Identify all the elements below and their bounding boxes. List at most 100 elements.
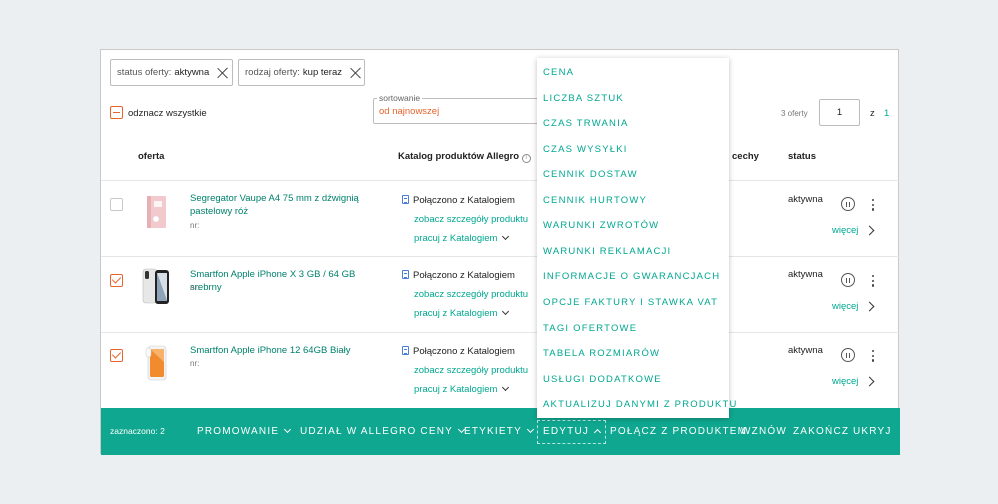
- product-details-link[interactable]: zobacz szczegóły produktu: [402, 210, 528, 229]
- menu-item-duration[interactable]: CZAS TRWANIA: [543, 118, 628, 129]
- document-icon: [402, 195, 409, 204]
- menu-item-invoice-vat[interactable]: OPCJE FAKTURY I STAWKA VAT: [543, 297, 718, 308]
- row-checkbox[interactable]: [110, 274, 123, 287]
- catalog-work-link[interactable]: pracuj z Katalogiem: [402, 229, 528, 248]
- promote-label: PROMOWANIE: [197, 426, 280, 437]
- close-icon[interactable]: [217, 67, 226, 79]
- product-details-link[interactable]: zobacz szczegóły produktu: [402, 361, 528, 380]
- menu-item-update-from-product[interactable]: AKTUALIZUJ DANYMI Z PRODUKTU: [543, 399, 738, 410]
- offer-title[interactable]: Smartfon Apple iPhone X 3 GB / 64 GB sre…: [190, 268, 375, 294]
- menu-item-offer-tags[interactable]: TAGI OFERTOWE: [543, 323, 637, 334]
- menu-item-price[interactable]: CENA: [543, 67, 574, 78]
- catalog-status: Połączono z Katalogiem: [402, 266, 528, 285]
- offer-number: nr:: [190, 359, 200, 368]
- resume-button[interactable]: WZNÓW: [741, 408, 787, 455]
- edit-button[interactable]: EDYTUJ: [537, 420, 607, 444]
- row-checkbox[interactable]: [110, 198, 123, 211]
- product-thumbnail[interactable]: [141, 268, 171, 306]
- product-thumbnail[interactable]: [141, 193, 171, 231]
- menu-item-shipping-time[interactable]: CZAS WYSYŁKI: [543, 144, 628, 155]
- divider: [101, 180, 900, 181]
- catalog-work-label: pracuj z Katalogiem: [414, 384, 498, 395]
- offers-panel: status oferty: aktywna rodzaj oferty: ku…: [100, 49, 900, 455]
- chevron-right-icon[interactable]: [864, 301, 875, 312]
- product-details-link[interactable]: zobacz szczegóły produktu: [402, 285, 528, 304]
- promote-button[interactable]: PROMOWANIE: [197, 408, 292, 455]
- filter-chip-status[interactable]: status oferty: aktywna: [110, 59, 233, 86]
- column-header-features: cechy: [732, 151, 759, 162]
- more-link[interactable]: więcej: [832, 301, 858, 312]
- total-pages[interactable]: 1: [884, 108, 889, 119]
- more-link[interactable]: więcej: [832, 376, 858, 387]
- pause-icon[interactable]: [841, 348, 855, 362]
- more-link[interactable]: więcej: [832, 225, 858, 236]
- row-checkbox[interactable]: [110, 349, 123, 362]
- catalog-status-label: Połączono z Katalogiem: [413, 270, 515, 281]
- filter-value: aktywna: [174, 67, 210, 78]
- page-input[interactable]: 1: [819, 99, 860, 126]
- menu-item-size-table[interactable]: TABELA ROZMIARÓW: [543, 348, 660, 359]
- chevron-right-icon[interactable]: [864, 376, 875, 387]
- edit-dropdown-menu: CENA LICZBA SZTUK CZAS TRWANIA CZAS WYSY…: [537, 58, 736, 418]
- more-options-icon[interactable]: [872, 199, 875, 212]
- filter-value: kup teraz: [302, 67, 342, 78]
- catalog-work-label: pracuj z Katalogiem: [414, 233, 498, 244]
- catalog-work-label: pracuj z Katalogiem: [414, 308, 498, 319]
- hide-button[interactable]: UKRYJ: [853, 408, 892, 455]
- catalog-info: Połączono z Katalogiem zobacz szczegóły …: [402, 342, 528, 399]
- menu-item-additional-services[interactable]: USŁUGI DODATKOWE: [543, 374, 662, 385]
- selected-count: zaznaczono: 2: [110, 426, 165, 436]
- offer-number: nr:: [190, 283, 200, 292]
- chevron-right-icon[interactable]: [864, 225, 875, 236]
- offer-title[interactable]: Smartfon Apple iPhone 12 64GB Biały: [190, 344, 375, 357]
- page-of: z: [870, 108, 875, 119]
- allegro-prices-button[interactable]: UDZIAŁ W ALLEGRO CENY: [300, 408, 466, 455]
- document-icon: [402, 270, 409, 279]
- labels-label: ETYKIETY: [464, 426, 522, 437]
- catalog-work-link[interactable]: pracuj z Katalogiem: [402, 304, 528, 323]
- sort-value: od najnowszej: [379, 106, 440, 117]
- divider: [101, 256, 900, 257]
- status-value: aktywna: [788, 194, 823, 205]
- chevron-down-icon: [502, 232, 510, 241]
- labels-button[interactable]: ETYKIETY: [464, 408, 534, 455]
- menu-item-warranty-info[interactable]: INFORMACJE O GWARANCJACH: [543, 271, 720, 282]
- filter-key: status oferty:: [117, 67, 172, 78]
- filter-chip-type[interactable]: rodzaj oferty: kup teraz: [238, 59, 365, 86]
- select-all-label[interactable]: odznacz wszystkie: [128, 108, 207, 119]
- offer-title[interactable]: Segregator Vaupe A4 75 mm z dźwignią pas…: [190, 192, 375, 218]
- menu-item-return-policy[interactable]: WARUNKI ZWROTÓW: [543, 220, 659, 231]
- divider: [101, 332, 900, 333]
- catalog-work-link[interactable]: pracuj z Katalogiem: [402, 380, 528, 399]
- chevron-up-icon: [594, 428, 602, 437]
- select-all-checkbox[interactable]: [110, 106, 123, 119]
- status-value: aktywna: [788, 345, 823, 356]
- menu-item-wholesale-prices[interactable]: CENNIK HURTOWY: [543, 195, 647, 206]
- more-options-icon[interactable]: [872, 275, 875, 288]
- close-icon[interactable]: [350, 67, 358, 79]
- column-header-catalog: Katalog produktów Allegro i: [398, 151, 531, 163]
- catalog-status-label: Połączono z Katalogiem: [413, 346, 515, 357]
- bulk-action-bar: zaznaczono: 2 PROMOWANIE UDZIAŁ W ALLEGR…: [101, 408, 900, 455]
- product-thumbnail[interactable]: [141, 344, 171, 382]
- chevron-down-icon: [526, 425, 534, 434]
- catalog-status: Połączono z Katalogiem: [402, 342, 528, 361]
- document-icon: [402, 346, 409, 355]
- info-icon[interactable]: i: [521, 154, 531, 163]
- offer-number: nr:: [190, 221, 200, 230]
- end-button[interactable]: ZAKOŃCZ: [793, 408, 849, 455]
- menu-item-complaint-policy[interactable]: WARUNKI REKLAMACJI: [543, 246, 671, 257]
- offer-count: 3 oferty: [781, 109, 808, 118]
- more-options-icon[interactable]: [872, 350, 875, 363]
- sort-label: sortowanie: [377, 93, 423, 103]
- pause-icon[interactable]: [841, 273, 855, 287]
- menu-item-quantity[interactable]: LICZBA SZTUK: [543, 93, 624, 104]
- catalog-header-label: Katalog produktów Allegro: [398, 151, 520, 162]
- edit-label: EDYTUJ: [543, 426, 590, 437]
- menu-item-shipping-rates[interactable]: CENNIK DOSTAW: [543, 169, 638, 180]
- catalog-info: Połączono z Katalogiem zobacz szczegóły …: [402, 266, 528, 323]
- allegro-prices-label: UDZIAŁ W ALLEGRO CENY: [300, 426, 454, 437]
- pause-icon[interactable]: [841, 197, 855, 211]
- column-header-offer: oferta: [138, 151, 165, 162]
- catalog-info: Połączono z Katalogiem zobacz szczegóły …: [402, 191, 528, 248]
